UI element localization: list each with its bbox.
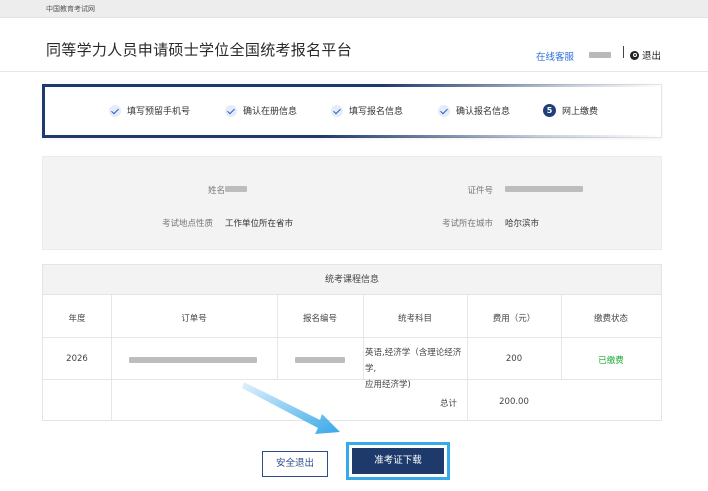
cell-status: 已缴费 bbox=[598, 356, 624, 366]
step-phone: 填写预留手机号 bbox=[109, 104, 190, 117]
header-status: 缴费状态 bbox=[593, 314, 628, 324]
order-redacted bbox=[129, 357, 257, 363]
col-divider bbox=[561, 295, 562, 379]
city-label: 考试所在城市 bbox=[441, 219, 493, 229]
check-icon bbox=[438, 104, 450, 117]
cell-subject: 英语,经济学（含理论经济学, 应用经济学) bbox=[365, 345, 463, 393]
reg-no-redacted bbox=[295, 357, 345, 363]
page-title: 同等学力人员申请硕士学位全国统考报名平台 bbox=[46, 41, 353, 59]
row-divider bbox=[43, 337, 661, 338]
location-type-label: 考试地点性质 bbox=[161, 219, 213, 229]
logout-button[interactable]: 退出 bbox=[630, 48, 661, 62]
step-label: 确认在册信息 bbox=[243, 107, 298, 117]
steps-accent bbox=[42, 84, 662, 87]
step-confirm-record: 确认在册信息 bbox=[225, 104, 297, 117]
step-number: 5 bbox=[543, 104, 556, 117]
step-payment: 5 网上缴费 bbox=[543, 104, 598, 117]
safe-exit-button[interactable]: 安全退出 bbox=[262, 451, 328, 477]
header-order: 订单号 bbox=[181, 314, 207, 324]
check-icon bbox=[225, 104, 237, 117]
top-bar: 中国教育考试网 bbox=[0, 0, 708, 18]
step-confirm-info: 确认报名信息 bbox=[438, 104, 510, 117]
check-icon bbox=[109, 104, 121, 117]
name-label: 姓名 bbox=[207, 186, 225, 196]
header-year: 年度 bbox=[68, 314, 86, 324]
step-label: 填写报名信息 bbox=[349, 107, 404, 117]
cell-fee: 200 bbox=[505, 354, 523, 364]
col-divider bbox=[277, 295, 278, 379]
logout-label: 退出 bbox=[642, 51, 662, 62]
check-icon bbox=[331, 104, 343, 117]
header-divider bbox=[623, 46, 624, 58]
table-caption: 统考课程信息 bbox=[43, 265, 661, 295]
step-label: 确认报名信息 bbox=[456, 107, 511, 117]
admission-ticket-download-button[interactable]: 准考证下载 bbox=[352, 448, 444, 474]
header-reg-no: 报名编号 bbox=[302, 314, 337, 324]
step-label: 网上缴费 bbox=[562, 107, 599, 117]
site-name[interactable]: 中国教育考试网 bbox=[46, 4, 95, 14]
progress-steps: 填写预留手机号 确认在册信息 填写报名信息 确认报名信息 5 网上缴费 bbox=[42, 84, 662, 138]
step-label: 填写预留手机号 bbox=[127, 107, 191, 117]
name-redacted bbox=[225, 186, 247, 192]
header-fee: 费用（元） bbox=[492, 314, 536, 324]
power-icon bbox=[630, 50, 639, 60]
subject-line: 应用经济学) bbox=[365, 380, 411, 390]
city-value: 哈尔滨市 bbox=[505, 219, 540, 229]
location-type-value: 工作单位所在省市 bbox=[225, 219, 294, 229]
total-value: 200.00 bbox=[499, 397, 529, 407]
row-divider bbox=[43, 379, 661, 380]
total-label: 总计 bbox=[439, 399, 457, 409]
applicant-info: 姓名 证件号 考试地点性质 工作单位所在省市 考试所在城市 哈尔滨市 bbox=[42, 156, 662, 250]
cell-year: 2026 bbox=[66, 354, 88, 364]
step-fill-info: 填写报名信息 bbox=[331, 104, 403, 117]
col-divider bbox=[363, 295, 364, 379]
id-label: 证件号 bbox=[467, 186, 493, 196]
username-redacted bbox=[589, 52, 611, 58]
steps-accent bbox=[42, 135, 662, 138]
header-subject: 统考科目 bbox=[397, 314, 432, 324]
id-redacted bbox=[505, 186, 583, 192]
steps-accent bbox=[42, 84, 45, 138]
header: 同等学力人员申请硕士学位全国统考报名平台 在线客服 退出 bbox=[0, 18, 708, 72]
online-service-link[interactable]: 在线客服 bbox=[536, 49, 574, 63]
subject-line: 英语,经济学（含理论经济学, bbox=[365, 348, 462, 374]
course-table: 统考课程信息 年度 订单号 报名编号 统考科目 费用（元） 缴费状态 2026 … bbox=[42, 264, 662, 421]
